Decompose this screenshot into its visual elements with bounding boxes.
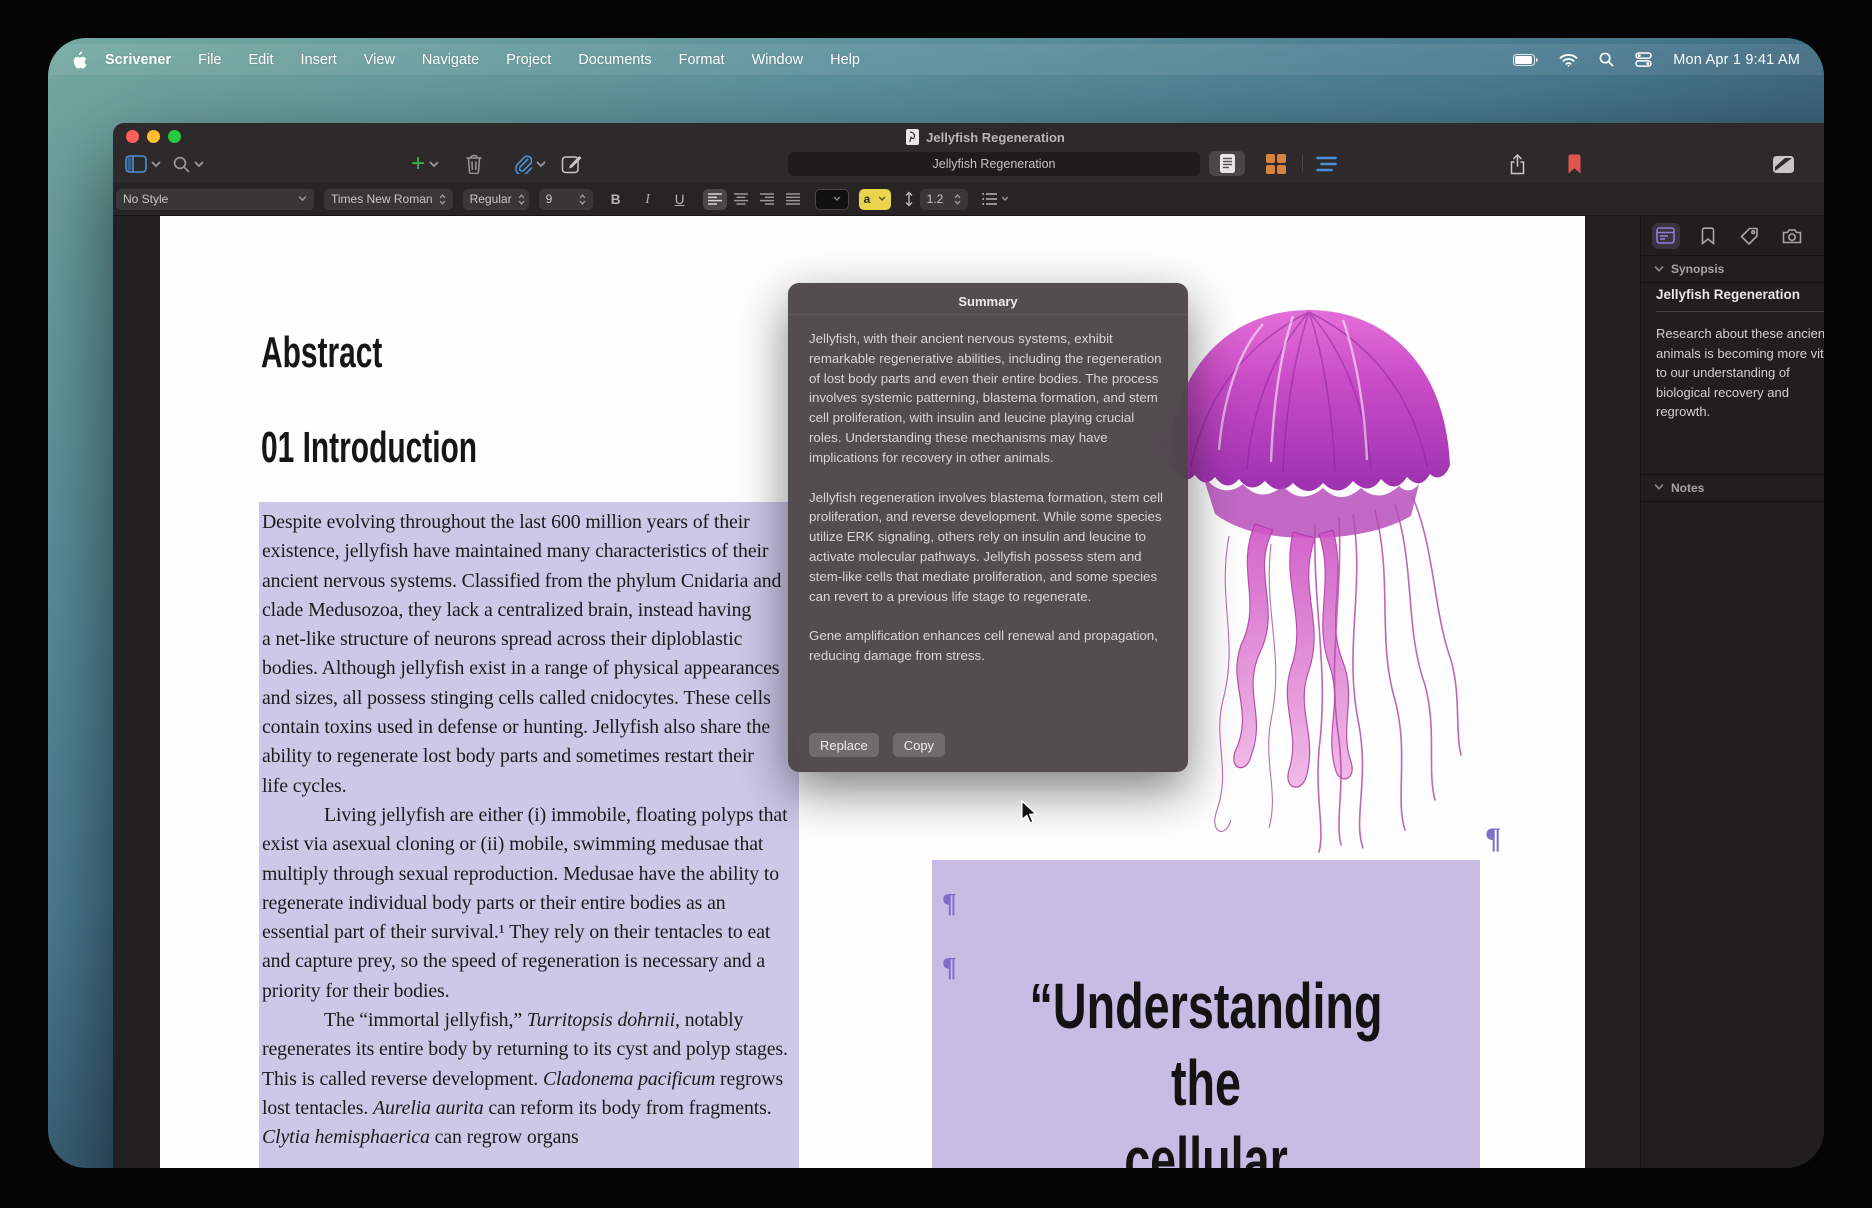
notes-label: Notes bbox=[1671, 481, 1704, 495]
replace-button[interactable]: Replace bbox=[809, 733, 879, 757]
menu-bar: Scrivener File Edit Insert View Navigate… bbox=[48, 44, 1824, 75]
heading-abstract: Abstract bbox=[261, 328, 382, 378]
paragraph-mark: ¶ bbox=[1485, 822, 1501, 856]
paragraph-mark: ¶ bbox=[942, 888, 957, 919]
bookmark-button[interactable] bbox=[1567, 151, 1582, 177]
underline-button[interactable]: U bbox=[671, 192, 689, 207]
window-titlebar: Jellyfish Regeneration bbox=[113, 123, 1824, 151]
menu-item-file[interactable]: File bbox=[198, 52, 221, 68]
search-button[interactable] bbox=[173, 151, 204, 177]
apple-menu-icon[interactable] bbox=[72, 51, 87, 69]
menu-item-documents[interactable]: Documents bbox=[578, 52, 651, 68]
synopsis-section-header[interactable]: Synopsis bbox=[1641, 256, 1824, 283]
menu-item-view[interactable]: View bbox=[364, 52, 395, 68]
control-center-icon[interactable] bbox=[1635, 52, 1652, 67]
binder-toggle-button[interactable] bbox=[125, 151, 161, 177]
toolbar-divider bbox=[1302, 155, 1303, 172]
editor-right-gutter bbox=[1585, 216, 1640, 1168]
document-icon bbox=[906, 129, 919, 145]
toolbar: + Jellyfish Regeneration bbox=[113, 151, 1824, 183]
paragraph: The “immortal jellyfish,” Turritopsis do… bbox=[262, 1006, 796, 1152]
menu-item-window[interactable]: Window bbox=[752, 52, 804, 68]
view-mode-document-button[interactable] bbox=[1209, 151, 1245, 176]
notes-section-header[interactable]: Notes bbox=[1641, 474, 1824, 502]
chevron-down-icon bbox=[151, 161, 161, 168]
view-mode-corkboard-button[interactable] bbox=[1261, 151, 1291, 176]
menu-item-edit[interactable]: Edit bbox=[248, 52, 273, 68]
pull-quote-text: “Understanding the cellular mechanisms t… bbox=[1006, 968, 1406, 1168]
inspector-tabs bbox=[1641, 216, 1824, 256]
desktop: Scrivener File Edit Insert View Navigate… bbox=[48, 38, 1824, 1168]
scrivener-window: Jellyfish Regeneration + bbox=[113, 123, 1824, 1168]
jellyfish-illustration bbox=[1143, 300, 1475, 856]
font-size-stepper[interactable]: 9 bbox=[539, 189, 593, 210]
heading-introduction: 01 Introduction bbox=[261, 423, 477, 473]
menu-item-help[interactable]: Help bbox=[830, 52, 860, 68]
menu-item-scrivener[interactable]: Scrivener bbox=[105, 52, 171, 68]
synopsis-label: Synopsis bbox=[1671, 262, 1724, 276]
inspector-panel: Synopsis Jellyfish Regeneration Research… bbox=[1640, 216, 1824, 1168]
bold-button[interactable]: B bbox=[607, 192, 625, 207]
battery-icon[interactable] bbox=[1513, 54, 1538, 66]
share-button[interactable] bbox=[1509, 151, 1526, 177]
menu-item-format[interactable]: Format bbox=[679, 52, 725, 68]
spotlight-search-icon[interactable] bbox=[1599, 52, 1614, 67]
menubar-clock[interactable]: Mon Apr 1 9:41 AM bbox=[1673, 52, 1800, 68]
chevron-down-icon bbox=[1654, 266, 1664, 273]
chevron-down-icon bbox=[536, 161, 546, 168]
summary-paragraph: Gene amplification enhances cell renewal… bbox=[809, 626, 1167, 666]
font-weight-select[interactable]: Regular bbox=[463, 189, 529, 210]
add-item-button[interactable]: + bbox=[411, 151, 439, 177]
copy-button[interactable]: Copy bbox=[893, 733, 945, 757]
synopsis-text[interactable]: Research about these ancient animals is … bbox=[1656, 312, 1824, 422]
snapshots-camera-tab-icon[interactable] bbox=[1778, 223, 1806, 249]
synopsis-doc-title: Jellyfish Regeneration bbox=[1656, 287, 1824, 312]
notes-tab-icon[interactable] bbox=[1652, 223, 1680, 249]
chevron-down-icon bbox=[429, 161, 439, 168]
quick-reference-button[interactable] bbox=[1773, 151, 1794, 177]
document-path-field[interactable]: Jellyfish Regeneration bbox=[788, 152, 1200, 176]
bookmarks-tab-icon[interactable] bbox=[1694, 223, 1722, 249]
menu-item-insert[interactable]: Insert bbox=[300, 52, 336, 68]
line-spacing-icon bbox=[904, 191, 914, 207]
trash-button[interactable] bbox=[465, 151, 483, 177]
font-family-select[interactable]: Times New Roman bbox=[324, 189, 453, 210]
view-mode-outline-button[interactable] bbox=[1311, 151, 1341, 176]
popup-title: Summary bbox=[788, 283, 1188, 315]
compose-button[interactable] bbox=[561, 151, 581, 177]
chevron-down-icon bbox=[1654, 484, 1664, 491]
menu-item-project[interactable]: Project bbox=[506, 52, 551, 68]
italic-button[interactable]: I bbox=[639, 191, 657, 207]
chevron-down-icon bbox=[298, 196, 307, 202]
selected-text-block[interactable]: Despite evolving throughout the last 600… bbox=[259, 502, 799, 1168]
format-bar: No Style Times New Roman Regular 9 B I U bbox=[113, 183, 1824, 216]
wifi-icon[interactable] bbox=[1559, 53, 1578, 67]
align-center-button[interactable] bbox=[729, 189, 753, 210]
metadata-tag-tab-icon[interactable] bbox=[1736, 223, 1764, 249]
paragraph: Living jellyfish are either (i) immobile… bbox=[262, 801, 796, 1006]
paragraph: Despite evolving throughout the last 600… bbox=[262, 508, 796, 801]
pull-quote-block[interactable]: ¶ ¶ “Understanding the cellular mechanis… bbox=[932, 860, 1480, 1168]
synopsis-card[interactable]: Jellyfish Regeneration Research about th… bbox=[1641, 283, 1824, 422]
align-left-button[interactable] bbox=[703, 189, 727, 210]
chevron-down-icon bbox=[194, 161, 204, 168]
mouse-cursor bbox=[1020, 800, 1037, 824]
align-right-button[interactable] bbox=[755, 189, 779, 210]
summary-popup: Summary Jellyfish, with their ancient ne… bbox=[788, 283, 1188, 772]
menu-item-navigate[interactable]: Navigate bbox=[422, 52, 479, 68]
text-color-swatch[interactable] bbox=[815, 189, 849, 210]
align-justify-button[interactable] bbox=[781, 189, 805, 210]
editor-left-gutter bbox=[113, 216, 160, 1168]
highlight-color-button[interactable]: a bbox=[859, 189, 891, 210]
comments-tab-icon[interactable] bbox=[1820, 223, 1825, 249]
attach-paperclip-button[interactable] bbox=[513, 151, 546, 177]
summary-paragraph: Jellyfish, with their ancient nervous sy… bbox=[809, 329, 1167, 468]
summary-paragraph: Jellyfish regeneration involves blastema… bbox=[809, 488, 1167, 607]
list-format-button[interactable] bbox=[982, 193, 1009, 205]
window-title: Jellyfish Regeneration bbox=[926, 130, 1065, 145]
style-dropdown[interactable]: No Style bbox=[116, 189, 314, 210]
line-spacing-stepper[interactable]: 1.2 bbox=[920, 189, 968, 210]
